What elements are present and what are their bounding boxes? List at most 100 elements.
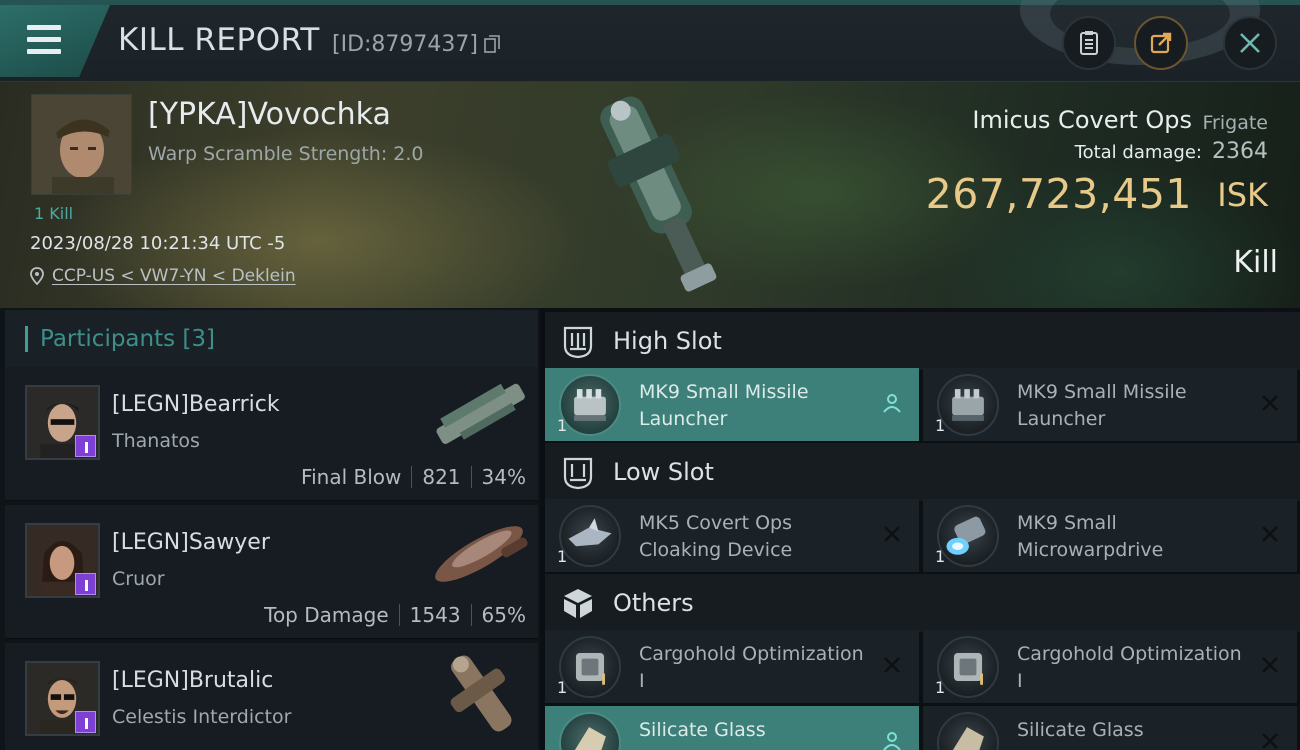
module-name: Silicate Glass [1017,719,1144,741]
share-icon [1150,32,1172,54]
destroyed-x-icon [1262,526,1278,542]
module-name: MK5 Covert Ops Cloaking Device [639,512,793,561]
cloaking-device-icon [559,505,621,567]
participant-name[interactable]: [LEGN]Brutalic [112,668,273,693]
participants-panel: Participants [3] [LEGN]Bearrick Thanatos… [0,308,540,750]
participant-role: Final Blow [301,465,402,489]
module-quantity: 1 [557,547,568,566]
module-quantity: 1 [935,416,946,435]
module-item[interactable]: Silicate Glass [923,706,1297,750]
location-link[interactable]: CCP-US < VW7-YN < Deklein [52,266,296,286]
corp-tag-badge [75,711,96,733]
participant-damage: 821 [422,465,461,489]
participant-row[interactable]: [LEGN]Brutalic Celestis Interdictor [5,643,538,750]
participant-ship[interactable]: Celestis Interdictor [112,706,291,728]
participant-ship[interactable]: Cruor [112,568,165,590]
hamburger-icon [27,25,61,30]
dropped-person-icon [883,732,901,750]
report-id: [ID:8797437] [332,32,478,57]
module-item[interactable]: 1 Cargohold Optimization I [545,630,919,703]
close-button[interactable] [1223,16,1277,70]
missile-launcher-icon [559,374,621,436]
warp-scramble-strength: Warp Scramble Strength: 2.0 [148,143,424,165]
participant-ship-image [450,655,512,732]
kill-result-label: Kill [1233,245,1278,280]
clipboard-button[interactable] [1062,16,1116,70]
low-slot-header: Low Slot [545,443,1300,501]
module-name: MK9 Small Microwarpdrive [1017,512,1164,561]
module-item[interactable]: 1 MK9 Small Missile Launcher [545,368,919,441]
destroyed-x-icon [1262,733,1278,749]
participant-row[interactable]: [LEGN]Bearrick Thanatos Final Blow 821 3… [5,367,538,501]
participant-ship-image [436,383,525,444]
victim-ship-class: Frigate [1202,112,1268,134]
module-name: MK9 Small Missile Launcher [1017,381,1187,430]
total-damage-label: Total damage: [1074,142,1202,163]
module-name: MK9 Small Missile Launcher [639,381,809,430]
silicate-glass-icon [559,712,621,750]
silicate-glass-icon [937,712,999,750]
high-slot-title: High Slot [613,327,722,355]
isk-value: 267,723,451 [925,170,1192,218]
pilot-avatar [32,95,131,194]
destroyed-x-icon [884,657,900,673]
kill-location[interactable]: CCP-US < VW7-YN < Deklein [30,266,296,286]
corp-tag-badge [75,573,96,595]
kill-count: 1 Kill [34,204,74,223]
dropped-person-icon [883,394,901,413]
cargo-box-icon [564,589,592,618]
module-quantity: 1 [557,678,568,697]
victim-portrait[interactable] [31,94,132,195]
page-title: KILL REPORT [118,22,320,58]
others-header: Others [545,574,1300,632]
corp-tag-badge [75,435,96,457]
module-item[interactable]: 1 MK5 Covert Ops Cloaking Device [545,499,919,572]
participant-ship-image [435,526,528,582]
cargohold-optimization-icon [559,636,621,698]
victim-ship-image [600,96,717,292]
module-name: Cargohold Optimization I [639,643,864,692]
module-item[interactable]: 1 Cargohold Optimization I [923,630,1297,703]
destroyed-x-icon [884,526,900,542]
victim-name[interactable]: [YPKA]Vovochka [148,97,391,132]
microwarpdrive-icon [937,505,999,567]
accent-bar [25,325,28,352]
low-slot-icon [563,457,593,490]
module-item[interactable]: Silicate Glass [545,706,919,750]
participant-damage: 1543 [409,603,461,627]
fitting-panel: High Slot 1 MK9 Small Missile Launcher 1… [545,308,1300,750]
share-button[interactable] [1134,16,1188,70]
destroyed-x-icon [1262,657,1278,673]
participants-title: Participants [3] [40,325,215,352]
participants-header[interactable]: Participants [3] [5,310,538,367]
copy-icon[interactable] [484,35,500,53]
high-slot-icon [563,326,593,359]
kill-datetime: 2023/08/28 10:21:34 UTC -5 [30,233,286,254]
module-name: Silicate Glass [639,719,766,741]
participant-name[interactable]: [LEGN]Bearrick [112,392,280,417]
isk-unit: ISK [1217,176,1268,214]
module-quantity: 1 [935,678,946,697]
total-damage-value: 2364 [1212,139,1268,164]
cargohold-optimization-icon [937,636,999,698]
low-slot-title: Low Slot [613,458,714,486]
participant-name[interactable]: [LEGN]Sawyer [112,530,270,555]
participant-row[interactable]: [LEGN]Sawyer Cruor Top Damage 1543 65% [5,505,538,639]
participant-stats: Top Damage 1543 65% [264,603,526,627]
participant-ship[interactable]: Thanatos [112,430,200,452]
module-item[interactable]: 1 MK9 Small Microwarpdrive [923,499,1297,572]
location-pin-icon [30,267,44,285]
others-title: Others [613,589,694,617]
top-bar: KILL REPORT [ID:8797437] [0,0,1300,82]
participant-damage-percent: 65% [481,603,526,627]
module-name: Cargohold Optimization I [1017,643,1242,692]
participant-stats: Final Blow 821 34% [301,465,526,489]
victim-ship-name[interactable]: Imicus Covert Ops [972,106,1192,134]
module-item[interactable]: 1 MK9 Small Missile Launcher [923,368,1297,441]
menu-button[interactable] [0,5,110,77]
destroyed-x-icon [1262,395,1278,411]
participant-role: Top Damage [264,603,389,627]
participant-damage-percent: 34% [481,465,526,489]
clipboard-icon [1080,31,1098,55]
module-quantity: 1 [557,416,568,435]
